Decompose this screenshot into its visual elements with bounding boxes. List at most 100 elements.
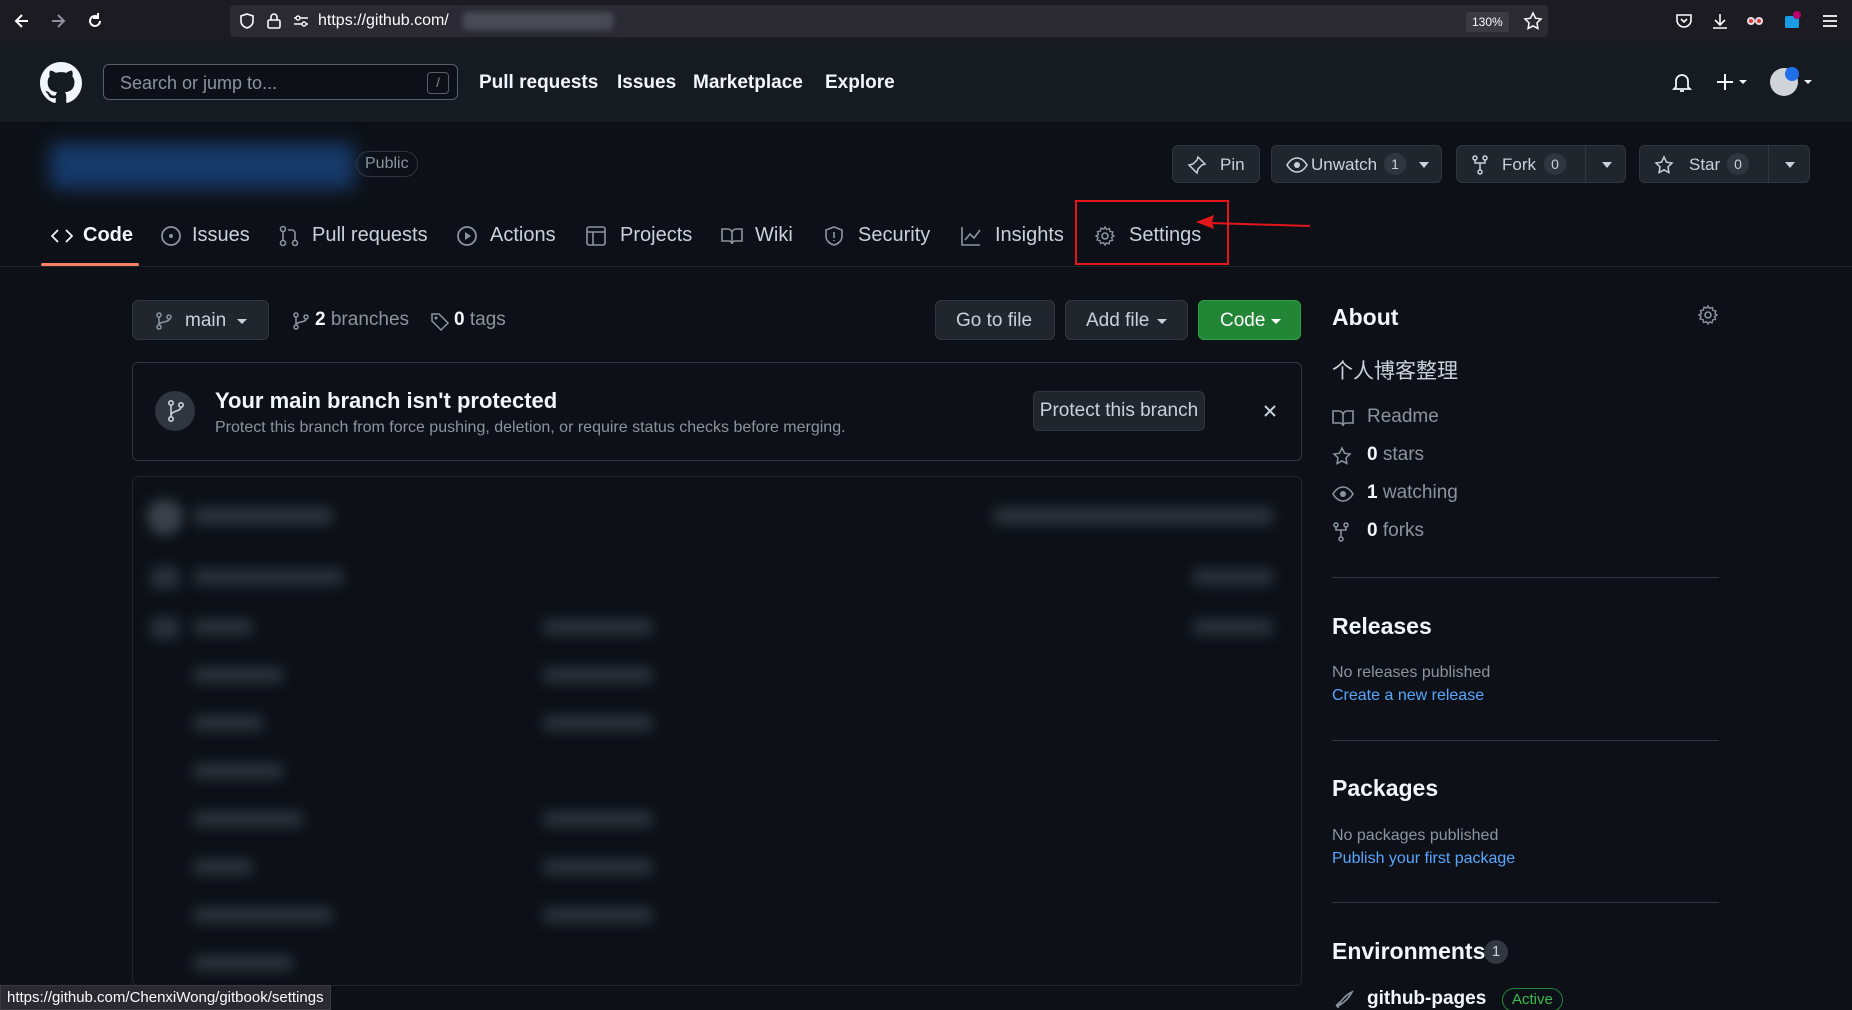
github-logo-icon[interactable] (40, 62, 82, 104)
tab-projects[interactable]: Projects (585, 222, 695, 252)
back-icon[interactable] (12, 11, 32, 31)
extension-icon[interactable] (1745, 11, 1765, 31)
reload-icon[interactable] (85, 11, 105, 31)
button-divider (1768, 146, 1769, 182)
tab-code[interactable]: Code (51, 222, 141, 252)
lock-icon[interactable] (265, 12, 283, 30)
tab-label: Security (858, 224, 931, 246)
branch-selector[interactable]: main (132, 300, 269, 340)
nav-marketplace[interactable]: Marketplace (693, 72, 803, 94)
zoom-level[interactable]: 130% (1466, 12, 1509, 32)
git-branch-icon (155, 391, 195, 431)
search-input[interactable]: Search or jump to... / (103, 64, 458, 100)
publish-package-link[interactable]: Publish your first package (1332, 850, 1515, 868)
avatar[interactable] (1768, 64, 1812, 100)
protection-description: Protect this branch from force pushing, … (215, 419, 846, 436)
git-branch-icon (292, 312, 310, 330)
watch-count: 1 (1384, 153, 1406, 175)
tab-label: Projects (620, 224, 693, 246)
tab-wiki[interactable]: Wiki (721, 222, 801, 252)
branches-count: 2 (315, 309, 326, 330)
forks-label: forks (1382, 520, 1425, 541)
notifications-bell-icon[interactable] (1670, 70, 1694, 94)
star-button[interactable]: Star 0 (1639, 145, 1810, 183)
tab-actions[interactable]: Actions (456, 222, 566, 252)
close-icon[interactable] (1259, 400, 1281, 422)
tags-link[interactable]: 0 tags (454, 309, 506, 331)
star-icon (1332, 446, 1352, 466)
code-button-label: Code (1220, 310, 1266, 331)
create-new-plus-icon[interactable] (1714, 70, 1750, 94)
star-label: Star (1689, 155, 1721, 174)
about-heading: About (1332, 304, 1399, 330)
fork-button[interactable]: Fork 0 (1456, 145, 1626, 183)
tag-icon (430, 312, 450, 332)
environment-status-badge: Active (1502, 988, 1563, 1010)
create-release-link[interactable]: Create a new release (1332, 687, 1484, 705)
graph-icon (960, 225, 982, 247)
go-to-file-label: Go to file (956, 310, 1033, 331)
tab-issues[interactable]: Issues (160, 222, 260, 252)
nav-issues[interactable]: Issues (617, 72, 676, 94)
protect-branch-button[interactable]: Protect this branch (1033, 391, 1205, 431)
git-branch-icon (155, 312, 173, 330)
add-file-button[interactable]: Add file (1065, 300, 1188, 340)
protection-title: Your main branch isn't protected (215, 388, 558, 413)
extension-badge-icon[interactable] (1782, 11, 1802, 31)
code-button[interactable]: Code (1198, 300, 1301, 340)
pocket-icon[interactable] (1674, 11, 1694, 31)
url-text: https://github.com/ (318, 12, 449, 29)
chevron-down-icon[interactable] (1785, 162, 1795, 168)
stars-label: stars (1382, 444, 1425, 465)
sidebar-divider (1332, 902, 1719, 903)
tab-insights[interactable]: Insights (960, 222, 1070, 252)
file-list-redacted (132, 476, 1302, 986)
bookmark-star-icon[interactable] (1523, 11, 1543, 31)
go-to-file-button[interactable]: Go to file (935, 300, 1055, 340)
book-icon (721, 225, 743, 247)
tab-label: Insights (995, 224, 1064, 246)
menu-icon[interactable] (1820, 11, 1840, 31)
download-icon[interactable] (1710, 11, 1730, 31)
chevron-down-icon[interactable] (1419, 162, 1429, 168)
tabs-divider (0, 266, 1852, 267)
branch-name: main (185, 310, 227, 331)
pin-label: Pin (1220, 155, 1245, 174)
branches-label: branches (330, 309, 410, 330)
chevron-down-icon[interactable] (1602, 162, 1612, 168)
tab-security[interactable]: Security (823, 222, 933, 252)
forks-count: 0 (1367, 520, 1378, 541)
nav-pull-requests[interactable]: Pull requests (479, 72, 598, 94)
branches-link[interactable]: 2 branches (315, 309, 409, 331)
shield-icon[interactable] (238, 12, 256, 30)
fork-icon (1332, 522, 1350, 542)
sidebar-divider (1332, 740, 1719, 741)
packages-heading[interactable]: Packages (1332, 775, 1438, 802)
permissions-icon[interactable] (292, 12, 310, 30)
tab-label: Code (83, 224, 133, 246)
unwatch-button[interactable]: Unwatch 1 (1271, 145, 1442, 183)
tags-count: 0 (454, 309, 465, 330)
tags-label: tags (469, 309, 506, 330)
pull-request-icon (278, 225, 300, 247)
environments-heading[interactable]: Environments (1332, 938, 1485, 965)
nav-explore[interactable]: Explore (825, 72, 895, 94)
pin-button[interactable]: Pin (1172, 145, 1260, 183)
gear-icon[interactable] (1697, 304, 1719, 326)
add-file-label: Add file (1086, 310, 1150, 331)
releases-empty-text: No releases published (1332, 664, 1491, 681)
tab-label: Wiki (755, 224, 793, 246)
book-icon (1332, 408, 1354, 428)
releases-heading[interactable]: Releases (1332, 613, 1432, 640)
search-shortcut-key: / (427, 72, 449, 94)
stars-count: 0 (1367, 444, 1378, 465)
environment-name[interactable]: github-pages (1367, 988, 1486, 1010)
tab-pull-requests[interactable]: Pull requests (278, 222, 428, 252)
play-icon (456, 225, 478, 247)
forward-icon[interactable] (48, 11, 68, 31)
table-icon (585, 225, 607, 247)
pin-icon (1187, 155, 1207, 175)
unwatch-label: Unwatch (1311, 155, 1378, 174)
readme-label: Readme (1367, 406, 1439, 427)
github-header: Search or jump to... / Pull requests Iss… (0, 42, 1852, 122)
